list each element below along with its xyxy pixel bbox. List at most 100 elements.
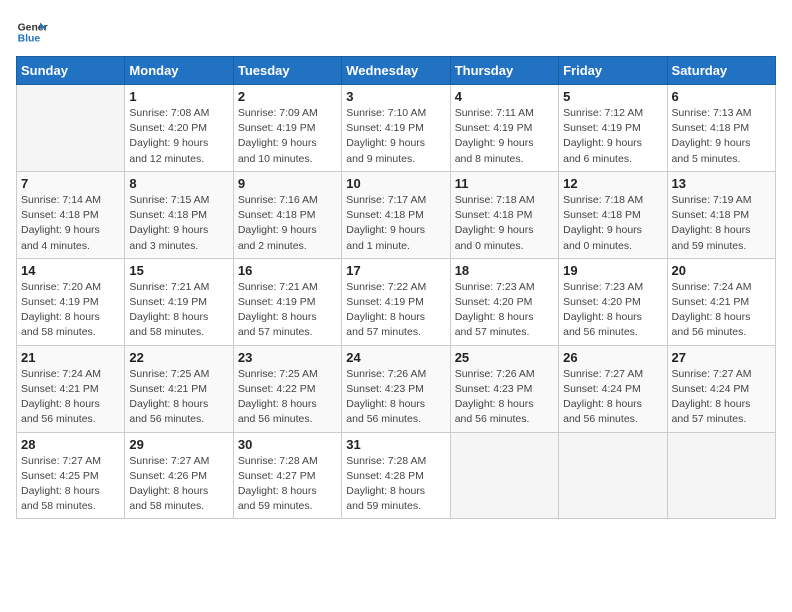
logo: General Blue <box>16 16 48 48</box>
day-cell: 21Sunrise: 7:24 AM Sunset: 4:21 PM Dayli… <box>17 345 125 432</box>
weekday-header-thursday: Thursday <box>450 57 558 85</box>
day-cell: 27 Sunrise: 7:27 AM Sunset: 4:24 PM Dayli… <box>667 345 775 432</box>
day-cell: 30 Sunrise: 7:28 AM Sunset: 4:27 PM Dayli… <box>233 432 341 519</box>
day-info: Sunrise: 7:21 AM Sunset: 4:19 PM Dayligh… <box>129 280 228 341</box>
weekday-header-friday: Friday <box>559 57 667 85</box>
day-number: 19 <box>563 263 662 278</box>
logo-icon: General Blue <box>16 16 48 48</box>
day-number: 2 <box>238 89 337 104</box>
day-info: Sunrise: 7:21 AM Sunset: 4:19 PM Dayligh… <box>238 280 337 341</box>
header: General Blue <box>16 16 776 48</box>
weekday-header-wednesday: Wednesday <box>342 57 450 85</box>
day-number: 26 <box>563 350 662 365</box>
week-row-5: 28 Sunrise: 7:27 AM Sunset: 4:25 PM Dayli… <box>17 432 776 519</box>
day-info: Sunrise: 7:27 AM Sunset: 4:26 PM Dayligh… <box>129 454 228 515</box>
day-cell <box>559 432 667 519</box>
svg-text:Blue: Blue <box>18 34 41 45</box>
day-info: Sunrise: 7:10 AM Sunset: 4:19 PM Dayligh… <box>346 106 445 167</box>
day-info: Sunrise: 7:15 AM Sunset: 4:18 PM Dayligh… <box>129 193 228 254</box>
day-cell: 13Sunrise: 7:19 AM Sunset: 4:18 PM Dayli… <box>667 171 775 258</box>
day-number: 28 <box>21 437 120 452</box>
weekday-header-sunday: Sunday <box>17 57 125 85</box>
day-number: 27 <box>672 350 771 365</box>
day-cell: 15Sunrise: 7:21 AM Sunset: 4:19 PM Dayli… <box>125 258 233 345</box>
day-cell: 3 Sunrise: 7:10 AM Sunset: 4:19 PM Daylig… <box>342 85 450 172</box>
day-number: 1 <box>129 89 228 104</box>
day-number: 13 <box>672 176 771 191</box>
day-info: Sunrise: 7:22 AM Sunset: 4:19 PM Dayligh… <box>346 280 445 341</box>
day-info: Sunrise: 7:24 AM Sunset: 4:21 PM Dayligh… <box>21 367 120 428</box>
day-number: 7 <box>21 176 120 191</box>
day-info: Sunrise: 7:09 AM Sunset: 4:19 PM Dayligh… <box>238 106 337 167</box>
day-info: Sunrise: 7:20 AM Sunset: 4:19 PM Dayligh… <box>21 280 120 341</box>
day-number: 12 <box>563 176 662 191</box>
day-info: Sunrise: 7:25 AM Sunset: 4:22 PM Dayligh… <box>238 367 337 428</box>
day-number: 24 <box>346 350 445 365</box>
day-cell: 10 Sunrise: 7:17 AM Sunset: 4:18 PM Dayli… <box>342 171 450 258</box>
day-number: 10 <box>346 176 445 191</box>
weekday-header-monday: Monday <box>125 57 233 85</box>
day-cell: 5 Sunrise: 7:12 AM Sunset: 4:19 PM Daylig… <box>559 85 667 172</box>
day-info: Sunrise: 7:11 AM Sunset: 4:19 PM Dayligh… <box>455 106 554 167</box>
weekday-header-saturday: Saturday <box>667 57 775 85</box>
day-cell: 12 Sunrise: 7:18 AM Sunset: 4:18 PM Dayli… <box>559 171 667 258</box>
week-row-1: 1 Sunrise: 7:08 AM Sunset: 4:20 PM Daylig… <box>17 85 776 172</box>
day-info: Sunrise: 7:28 AM Sunset: 4:28 PM Dayligh… <box>346 454 445 515</box>
day-cell: 9Sunrise: 7:16 AM Sunset: 4:18 PM Daylig… <box>233 171 341 258</box>
day-cell: 19Sunrise: 7:23 AM Sunset: 4:20 PM Dayli… <box>559 258 667 345</box>
day-cell: 14 Sunrise: 7:20 AM Sunset: 4:19 PM Dayli… <box>17 258 125 345</box>
day-cell: 31 Sunrise: 7:28 AM Sunset: 4:28 PM Dayli… <box>342 432 450 519</box>
weekday-header-tuesday: Tuesday <box>233 57 341 85</box>
day-cell: 11Sunrise: 7:18 AM Sunset: 4:18 PM Dayli… <box>450 171 558 258</box>
day-info: Sunrise: 7:12 AM Sunset: 4:19 PM Dayligh… <box>563 106 662 167</box>
day-cell: 2 Sunrise: 7:09 AM Sunset: 4:19 PM Daylig… <box>233 85 341 172</box>
week-row-3: 14 Sunrise: 7:20 AM Sunset: 4:19 PM Dayli… <box>17 258 776 345</box>
day-info: Sunrise: 7:08 AM Sunset: 4:20 PM Dayligh… <box>129 106 228 167</box>
day-info: Sunrise: 7:23 AM Sunset: 4:20 PM Dayligh… <box>455 280 554 341</box>
day-info: Sunrise: 7:16 AM Sunset: 4:18 PM Dayligh… <box>238 193 337 254</box>
day-info: Sunrise: 7:24 AM Sunset: 4:21 PM Dayligh… <box>672 280 771 341</box>
day-number: 29 <box>129 437 228 452</box>
day-cell: 29 Sunrise: 7:27 AM Sunset: 4:26 PM Dayli… <box>125 432 233 519</box>
day-number: 31 <box>346 437 445 452</box>
day-number: 23 <box>238 350 337 365</box>
day-cell: 1 Sunrise: 7:08 AM Sunset: 4:20 PM Daylig… <box>125 85 233 172</box>
day-cell: 23 Sunrise: 7:25 AM Sunset: 4:22 PM Dayli… <box>233 345 341 432</box>
day-number: 18 <box>455 263 554 278</box>
week-row-4: 21Sunrise: 7:24 AM Sunset: 4:21 PM Dayli… <box>17 345 776 432</box>
day-info: Sunrise: 7:27 AM Sunset: 4:24 PM Dayligh… <box>563 367 662 428</box>
day-cell: 20 Sunrise: 7:24 AM Sunset: 4:21 PM Dayli… <box>667 258 775 345</box>
day-number: 3 <box>346 89 445 104</box>
day-cell: 22Sunrise: 7:25 AM Sunset: 4:21 PM Dayli… <box>125 345 233 432</box>
day-info: Sunrise: 7:27 AM Sunset: 4:24 PM Dayligh… <box>672 367 771 428</box>
day-info: Sunrise: 7:14 AM Sunset: 4:18 PM Dayligh… <box>21 193 120 254</box>
day-cell: 17 Sunrise: 7:22 AM Sunset: 4:19 PM Dayli… <box>342 258 450 345</box>
day-cell: 7 Sunrise: 7:14 AM Sunset: 4:18 PM Daylig… <box>17 171 125 258</box>
day-info: Sunrise: 7:28 AM Sunset: 4:27 PM Dayligh… <box>238 454 337 515</box>
day-cell: 8 Sunrise: 7:15 AM Sunset: 4:18 PM Daylig… <box>125 171 233 258</box>
day-number: 17 <box>346 263 445 278</box>
day-cell: 16 Sunrise: 7:21 AM Sunset: 4:19 PM Dayli… <box>233 258 341 345</box>
day-number: 8 <box>129 176 228 191</box>
day-cell: 28 Sunrise: 7:27 AM Sunset: 4:25 PM Dayli… <box>17 432 125 519</box>
day-info: Sunrise: 7:18 AM Sunset: 4:18 PM Dayligh… <box>563 193 662 254</box>
day-number: 5 <box>563 89 662 104</box>
day-number: 30 <box>238 437 337 452</box>
day-number: 16 <box>238 263 337 278</box>
day-info: Sunrise: 7:26 AM Sunset: 4:23 PM Dayligh… <box>455 367 554 428</box>
day-cell: 26 Sunrise: 7:27 AM Sunset: 4:24 PM Dayli… <box>559 345 667 432</box>
day-number: 20 <box>672 263 771 278</box>
day-cell: 25Sunrise: 7:26 AM Sunset: 4:23 PM Dayli… <box>450 345 558 432</box>
day-cell: 24 Sunrise: 7:26 AM Sunset: 4:23 PM Dayli… <box>342 345 450 432</box>
day-number: 14 <box>21 263 120 278</box>
day-cell: 4Sunrise: 7:11 AM Sunset: 4:19 PM Daylig… <box>450 85 558 172</box>
day-info: Sunrise: 7:26 AM Sunset: 4:23 PM Dayligh… <box>346 367 445 428</box>
day-info: Sunrise: 7:13 AM Sunset: 4:18 PM Dayligh… <box>672 106 771 167</box>
day-info: Sunrise: 7:25 AM Sunset: 4:21 PM Dayligh… <box>129 367 228 428</box>
day-info: Sunrise: 7:27 AM Sunset: 4:25 PM Dayligh… <box>21 454 120 515</box>
day-cell: 6 Sunrise: 7:13 AM Sunset: 4:18 PM Daylig… <box>667 85 775 172</box>
week-row-2: 7 Sunrise: 7:14 AM Sunset: 4:18 PM Daylig… <box>17 171 776 258</box>
day-info: Sunrise: 7:17 AM Sunset: 4:18 PM Dayligh… <box>346 193 445 254</box>
day-number: 6 <box>672 89 771 104</box>
day-cell: 18 Sunrise: 7:23 AM Sunset: 4:20 PM Dayli… <box>450 258 558 345</box>
